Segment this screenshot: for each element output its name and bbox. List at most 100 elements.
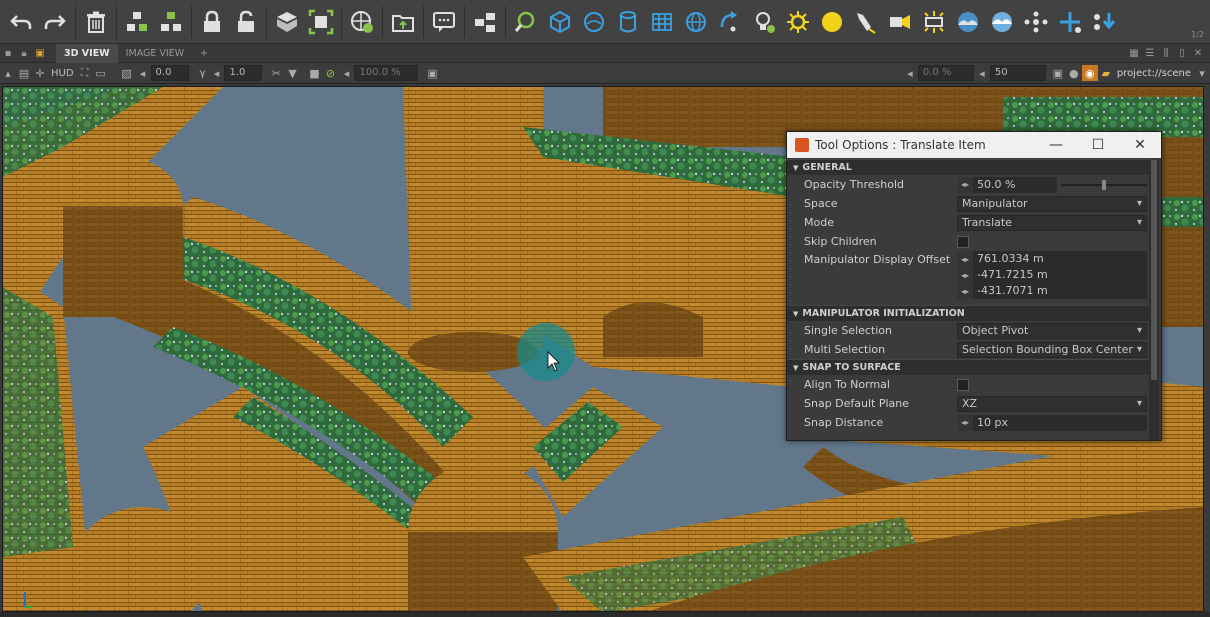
spinner-icon[interactable]: ◂ xyxy=(974,65,990,81)
layout-rows-icon[interactable]: ☰ xyxy=(1144,47,1156,59)
maximize-icon[interactable]: ☐ xyxy=(1077,132,1119,158)
layout-icon[interactable]: ▣ xyxy=(34,47,46,59)
nodes-icon[interactable] xyxy=(1019,2,1053,42)
menu-icon[interactable]: ▪ xyxy=(2,47,14,59)
zero-percent-field[interactable]: 0.0 % xyxy=(917,65,974,81)
visibility-eye-icon[interactable]: ◉ xyxy=(1081,65,1098,81)
fit-icon[interactable] xyxy=(304,2,338,42)
light-bulb-icon[interactable] xyxy=(747,2,781,42)
export-icon[interactable] xyxy=(386,2,420,42)
unlock-icon[interactable] xyxy=(229,2,263,42)
layout-single-icon[interactable]: ▯ xyxy=(1176,47,1188,59)
tab-3d-view[interactable]: 3D VIEW xyxy=(56,43,118,63)
scrollbar-thumb[interactable] xyxy=(1151,160,1157,380)
spinner-icon[interactable]: ◂ xyxy=(902,65,918,81)
spinner-icon[interactable]: ◂▸ xyxy=(957,251,973,267)
tools-icon[interactable]: ✂ xyxy=(268,65,284,81)
redo-icon[interactable] xyxy=(38,2,72,42)
crosshair-icon[interactable]: ✛ xyxy=(32,65,48,81)
offset-x-control[interactable]: ◂▸ 761.0334 m xyxy=(957,251,1147,267)
add-node-icon[interactable] xyxy=(1053,2,1087,42)
offset-z-control[interactable]: ◂▸ -431.7071 m xyxy=(957,283,1147,299)
spinner-icon[interactable]: ◂▸ xyxy=(957,176,973,193)
area-light-icon[interactable] xyxy=(917,2,951,42)
lock-icon[interactable]: 🔒︎ xyxy=(18,47,30,59)
offset-y-value[interactable]: -471.7215 m xyxy=(973,267,1147,283)
lock-icon[interactable] xyxy=(195,2,229,42)
snap-distance-control[interactable]: ◂▸ 10 px xyxy=(957,414,1147,431)
download-node-icon[interactable] xyxy=(1087,2,1121,42)
close-icon[interactable]: ✕ xyxy=(1119,132,1161,158)
filter-icon[interactable]: ▼ xyxy=(284,65,300,81)
offset-x-value[interactable]: 761.0334 m xyxy=(973,251,1147,267)
spinner-icon[interactable]: ◂ xyxy=(208,65,224,81)
video-camera-icon[interactable]: ■ xyxy=(306,65,322,81)
multi-selection-dropdown[interactable]: Selection Bounding Box Center xyxy=(957,341,1147,358)
opacity-threshold-slider[interactable] xyxy=(1061,177,1147,193)
section-snap-to-surface[interactable]: ▼ SNAP TO SURFACE xyxy=(787,359,1149,375)
hierarchy-icon[interactable] xyxy=(468,2,502,42)
sun-icon[interactable] xyxy=(781,2,815,42)
space-dropdown[interactable]: Manipulator xyxy=(957,195,1147,212)
globe-icon[interactable] xyxy=(679,2,713,42)
spinner-icon[interactable]: ◂ xyxy=(135,65,151,81)
add-tab-button[interactable]: + xyxy=(192,44,216,63)
folder-icon[interactable]: ▰ xyxy=(1098,65,1114,81)
project-path[interactable]: project://scene xyxy=(1114,68,1194,79)
spinner-icon[interactable]: ◂▸ xyxy=(957,267,973,283)
offset-z-value[interactable]: -431.7071 m xyxy=(973,283,1147,299)
snapshot-icon[interactable]: ▣ xyxy=(424,65,440,81)
arrow-icon[interactable] xyxy=(713,2,747,42)
display-icon[interactable]: ▭ xyxy=(93,65,109,81)
hud-label[interactable]: HUD xyxy=(48,68,77,79)
close-viewport-icon[interactable]: ✕ xyxy=(1192,47,1204,59)
title-bar[interactable]: Tool Options : Translate Item — ☐ ✕ xyxy=(787,132,1161,158)
snap-distance-value[interactable]: 10 px xyxy=(973,414,1147,431)
trash-icon[interactable] xyxy=(79,2,113,42)
undo-icon[interactable] xyxy=(4,2,38,42)
tab-image-view[interactable]: IMAGE VIEW xyxy=(118,44,192,63)
comment-icon[interactable] xyxy=(427,2,461,42)
section-manipulator-initialization[interactable]: ▼ MANIPULATOR INITIALIZATION xyxy=(787,305,1149,321)
offset-y-control[interactable]: ◂▸ -471.7215 m xyxy=(957,267,1147,283)
ungroup-icon[interactable] xyxy=(154,2,188,42)
cube-icon[interactable] xyxy=(543,2,577,42)
spinner-icon[interactable]: ◂▸ xyxy=(957,283,973,299)
align-to-normal-checkbox[interactable] xyxy=(957,378,969,391)
material-ball-icon[interactable]: ● xyxy=(1066,65,1082,81)
search-refresh-icon[interactable] xyxy=(509,2,543,42)
snap-default-plane-dropdown[interactable]: XZ xyxy=(957,395,1147,412)
image-icon[interactable]: ▧ xyxy=(119,65,135,81)
viewport-menu-icon[interactable]: ▴ xyxy=(0,65,16,81)
percent-field[interactable]: 100.0 % xyxy=(354,65,419,81)
preview-icon[interactable]: ▣ xyxy=(1050,65,1066,81)
skip-children-checkbox[interactable] xyxy=(957,235,969,248)
minimize-icon[interactable]: — xyxy=(1035,132,1077,158)
section-general[interactable]: ▼ GENERAL xyxy=(787,159,1149,175)
save-icon[interactable]: ▤ xyxy=(16,65,32,81)
mode-dropdown[interactable]: Translate xyxy=(957,214,1147,231)
spinner-icon[interactable]: ◂▸ xyxy=(957,414,973,431)
group-icon[interactable] xyxy=(120,2,154,42)
render-icon[interactable]: ⊘ xyxy=(322,65,338,81)
sky-blue-icon[interactable] xyxy=(985,2,1019,42)
sky-icon[interactable] xyxy=(951,2,985,42)
grid-icon[interactable] xyxy=(645,2,679,42)
flashlight-icon[interactable] xyxy=(849,2,883,42)
camera-icon[interactable]: ⛶ xyxy=(77,65,93,81)
spinner-icon[interactable]: ◂ xyxy=(338,65,354,81)
chevron-down-icon[interactable]: ▾ xyxy=(1194,65,1210,81)
globe-refresh-icon[interactable] xyxy=(345,2,379,42)
layout-columns-icon[interactable]: ⫼ xyxy=(1160,47,1172,59)
opacity-threshold-value[interactable]: 50.0 % xyxy=(973,176,1057,193)
yellow-sphere-icon[interactable] xyxy=(815,2,849,42)
exposure-field[interactable]: 0.0 xyxy=(150,65,189,81)
opacity-threshold-control[interactable]: ◂▸ 50.0 % xyxy=(957,176,1147,193)
slider-thumb[interactable] xyxy=(1102,179,1106,190)
samples-field[interactable]: 50 xyxy=(989,65,1046,81)
cylinder-icon[interactable] xyxy=(611,2,645,42)
single-selection-dropdown[interactable]: Object Pivot xyxy=(957,322,1147,339)
box-icon[interactable] xyxy=(270,2,304,42)
projector-icon[interactable] xyxy=(883,2,917,42)
sphere-icon[interactable] xyxy=(577,2,611,42)
